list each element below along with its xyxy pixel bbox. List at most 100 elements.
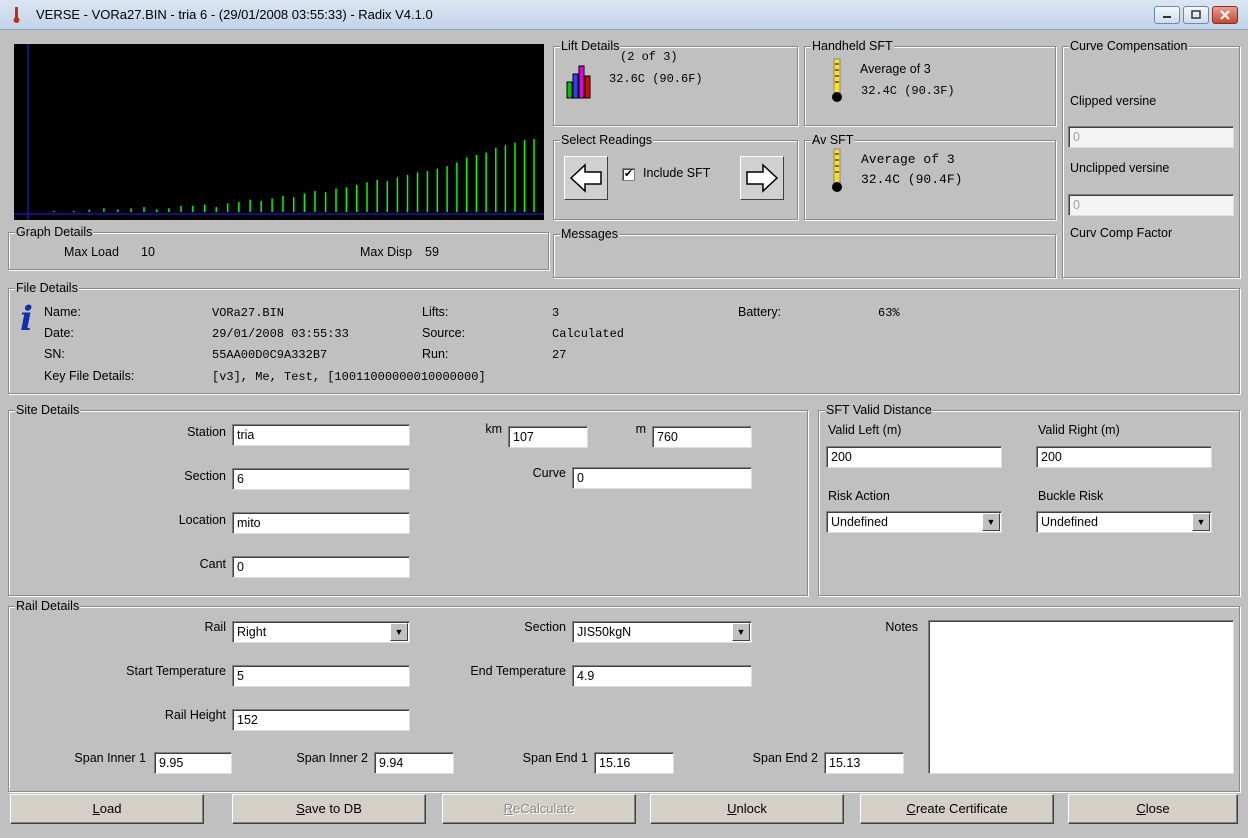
rail-value: Right [237, 625, 267, 639]
unclipped-versine-label: Unclipped versine [1070, 161, 1170, 175]
rail-details-legend: Rail Details [15, 599, 81, 613]
create-certificate-button[interactable]: Create Certificate [860, 794, 1054, 824]
file-sn-label: SN: [44, 347, 65, 361]
key-file-details-value: [v3], Me, Test, [10011000000010000000] [212, 370, 486, 384]
maximize-button[interactable] [1183, 6, 1209, 24]
unlock-button[interactable]: Unlock [650, 794, 844, 824]
buckle-risk-value: Undefined [1041, 515, 1098, 529]
unlock-button-label: nlock [736, 801, 767, 816]
rail-section-select[interactable]: JIS50kgN ▼ [572, 621, 752, 643]
handheld-sft-legend: Handheld SFT [811, 39, 894, 53]
av-sft-legend: Av SFT [811, 133, 855, 147]
close-icon [1220, 10, 1230, 20]
lift-count: (2 of 3) [620, 50, 678, 64]
include-sft-checkbox[interactable]: ✔ [622, 168, 635, 181]
site-details-legend: Site Details [15, 403, 81, 417]
start-temperature-field[interactable]: 5 [232, 665, 410, 687]
end-temperature-field[interactable]: 4.9 [572, 665, 752, 687]
km-field[interactable]: 107 [508, 426, 588, 448]
curve-compensation-legend: Curve Compensation [1069, 39, 1189, 53]
span-end-1-label: Span End 1 [522, 751, 588, 765]
lift-graph-svg [14, 44, 544, 220]
curve-label: Curve [532, 466, 566, 480]
save-to-db-button[interactable]: Save to DB [232, 794, 426, 824]
messages-group: Messages [553, 228, 1056, 278]
handheld-temp: 32.4C (90.3F) [861, 84, 955, 98]
window-title: VERSE - VORa27.BIN - tria 6 - (29/01/200… [36, 7, 433, 22]
notes-label: Notes [885, 620, 918, 634]
clipped-versine-label: Clipped versine [1070, 94, 1157, 108]
thermometer-icon [832, 58, 842, 102]
span-end-2-field[interactable]: 15.13 [824, 752, 904, 774]
risk-action-label: Risk Action [828, 489, 890, 503]
cant-field[interactable]: 0 [232, 556, 410, 578]
messages-legend: Messages [560, 227, 619, 241]
minimize-button[interactable] [1154, 6, 1180, 24]
max-disp-label: Max Disp [360, 245, 413, 259]
curv-comp-factor-label: Curv Comp Factor [1070, 226, 1173, 240]
location-field[interactable]: mito [232, 512, 410, 534]
site-section-field[interactable]: 6 [232, 468, 410, 490]
cert-button-label: reate Certificate [915, 801, 1008, 816]
battery-value: 63% [878, 306, 900, 320]
curve-compensation-group: Curve Compensation [1062, 40, 1240, 278]
load-button-label: oad [99, 801, 122, 816]
file-name-value: VORa27.BIN [212, 306, 285, 320]
recalc-button-accel: R [503, 801, 513, 816]
m-label: m [635, 422, 646, 436]
rail-height-label: Rail Height [164, 708, 226, 722]
span-end-1-field[interactable]: 15.16 [594, 752, 674, 774]
title-bar: VERSE - VORa27.BIN - tria 6 - (29/01/200… [0, 0, 1248, 30]
close-button-accel: C [1136, 801, 1146, 816]
span-inner-1-field[interactable]: 9.95 [154, 752, 232, 774]
close-window-button[interactable] [1212, 6, 1238, 24]
next-reading-button[interactable] [740, 156, 784, 200]
save-button-label: ave to DB [304, 801, 362, 816]
location-label: Location [178, 513, 226, 527]
info-icon: i [20, 299, 33, 339]
span-inner-2-field[interactable]: 9.94 [374, 752, 454, 774]
chevron-down-icon[interactable]: ▼ [982, 513, 1000, 531]
chevron-down-icon[interactable]: ▼ [732, 623, 750, 641]
risk-action-select[interactable]: Undefined ▼ [826, 511, 1002, 533]
cert-button-accel: C [906, 801, 916, 816]
valid-left-field[interactable]: 200 [826, 446, 1002, 468]
load-button[interactable]: Load [10, 794, 204, 824]
run-label: Run: [422, 347, 449, 361]
file-sn-value: 55AA00D0C9A332B7 [212, 348, 328, 362]
graph-details-legend: Graph Details [15, 225, 94, 239]
file-date-label: Date: [44, 326, 74, 340]
arrow-right-icon [746, 163, 779, 193]
rail-label: Rail [204, 620, 226, 634]
handheld-average: Average of 3 [860, 62, 931, 76]
max-load-label: Max Load [64, 245, 119, 259]
cant-label: Cant [199, 557, 226, 571]
buckle-risk-select[interactable]: Undefined ▼ [1036, 511, 1212, 533]
maximize-icon [1191, 10, 1201, 19]
lift-details-legend: Lift Details [560, 39, 621, 53]
source-label: Source: [422, 326, 466, 340]
site-section-label: Section [184, 469, 226, 483]
lift-graph [14, 44, 544, 220]
lifts-label: Lifts: [422, 305, 449, 319]
clipped-versine-field: 0 [1068, 126, 1234, 148]
rail-height-field[interactable]: 152 [232, 709, 410, 731]
m-field[interactable]: 760 [652, 426, 752, 448]
chevron-down-icon[interactable]: ▼ [1192, 513, 1210, 531]
key-file-details-label: Key File Details: [44, 369, 135, 383]
station-field[interactable]: tria [232, 424, 410, 446]
lifts-value: 3 [552, 306, 560, 320]
main-window: Graph Details Max Load 10 Max Disp 59 Li… [4, 30, 1244, 838]
previous-reading-button[interactable] [564, 156, 608, 200]
valid-right-field[interactable]: 200 [1036, 446, 1212, 468]
av-sft-average: Average of 3 [861, 152, 955, 167]
end-temperature-label: End Temperature [470, 664, 566, 678]
rail-select[interactable]: Right ▼ [232, 621, 410, 643]
curve-field[interactable]: 0 [572, 467, 752, 489]
chevron-down-icon[interactable]: ▼ [390, 623, 408, 641]
valid-left-label: Valid Left (m) [828, 423, 902, 437]
close-button-label: lose [1145, 801, 1170, 816]
notes-textarea[interactable] [928, 620, 1234, 774]
close-button[interactable]: Close [1068, 794, 1238, 824]
station-label: Station [187, 425, 226, 439]
